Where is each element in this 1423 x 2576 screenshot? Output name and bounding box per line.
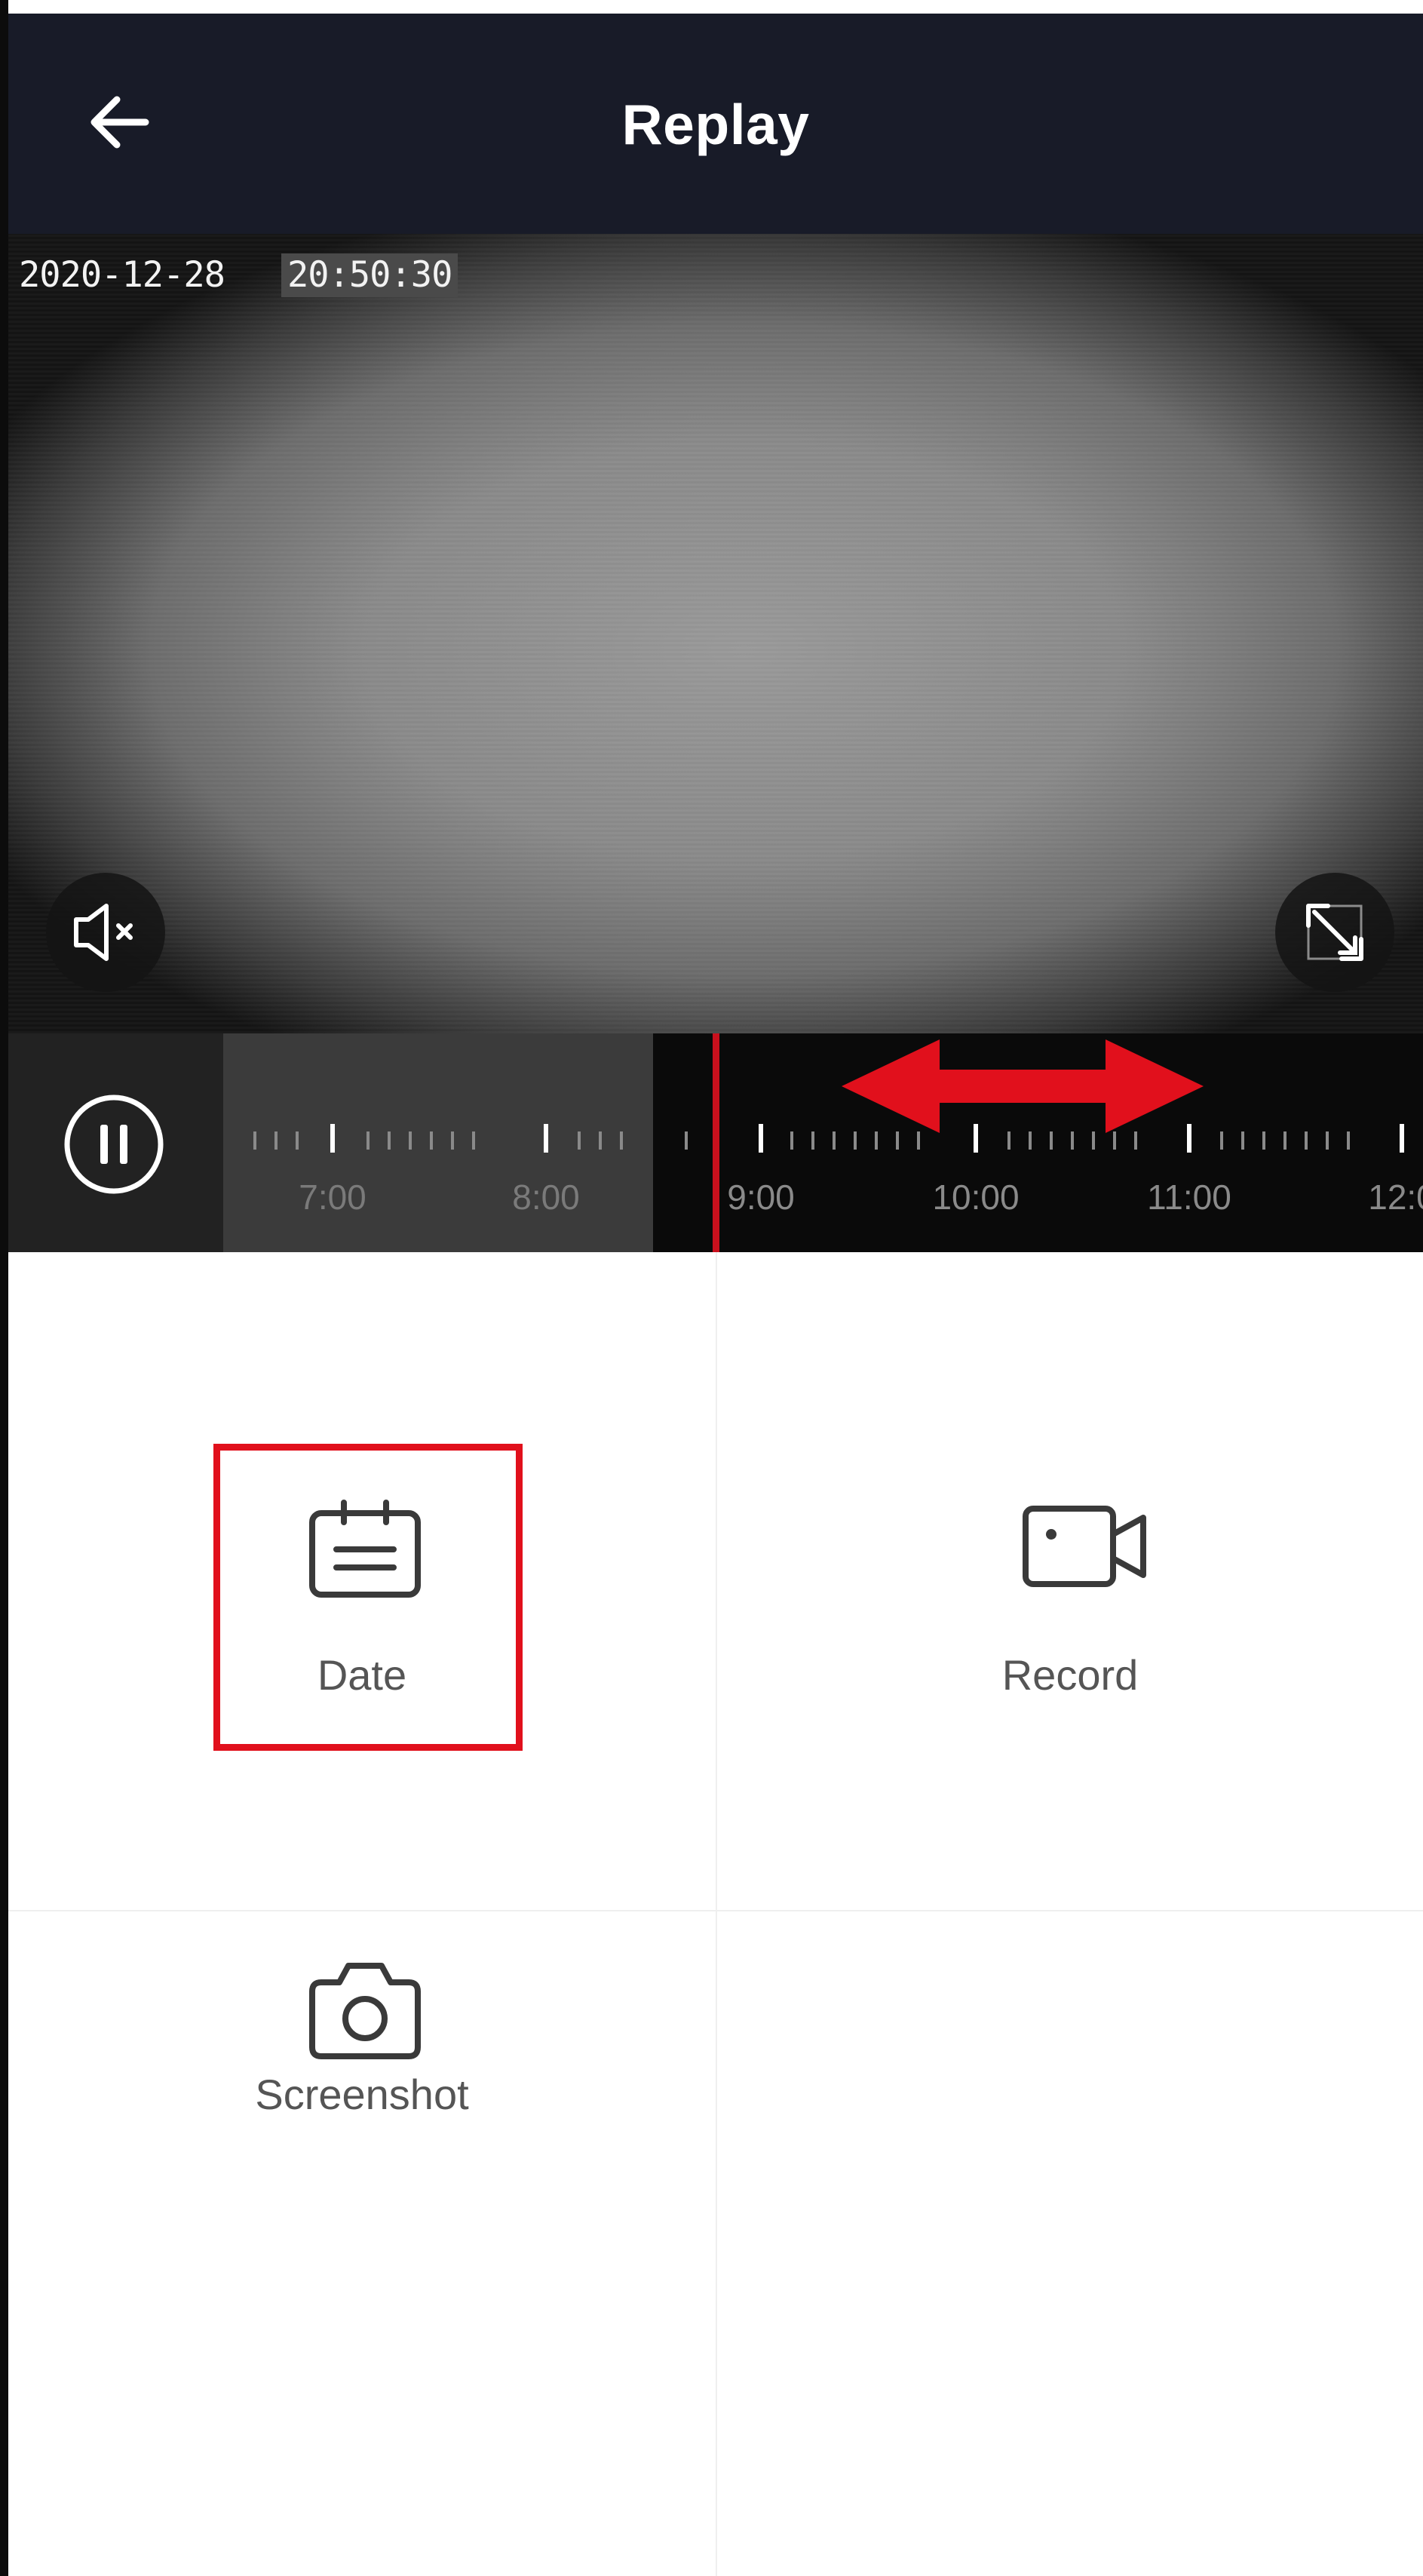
- tick-minor: [1326, 1131, 1329, 1150]
- record-label: Record: [1001, 1651, 1139, 1699]
- tick-minor: [1347, 1131, 1350, 1150]
- double-arrow-icon: [842, 1039, 1204, 1133]
- timeline-bar[interactable]: 7:00 8:00 9:00 10:00 11:00 12:0: [8, 1033, 1423, 1252]
- screenshot-label: Screenshot: [255, 2071, 469, 2118]
- tick-minor: [599, 1131, 602, 1150]
- tick-minor: [388, 1131, 391, 1150]
- tick-label: 8:00: [512, 1177, 580, 1217]
- tick-major: [330, 1124, 335, 1153]
- calendar-icon: [309, 1500, 421, 1598]
- left-border: [0, 0, 8, 2576]
- tick-label: 12:0: [1368, 1177, 1423, 1217]
- tick-minor: [790, 1131, 793, 1150]
- tick-minor: [1283, 1131, 1287, 1150]
- date-label: Date: [317, 1651, 407, 1699]
- tick-label: 10:00: [932, 1177, 1020, 1217]
- speaker-muted-icon: [74, 904, 133, 961]
- action-grid: Date Record Screenshot: [8, 1252, 1423, 2576]
- tick-label: 7:00: [299, 1177, 366, 1217]
- video-player[interactable]: 2020-12-28 20:50:30: [8, 234, 1423, 1033]
- tick-major: [1400, 1124, 1404, 1153]
- date-button[interactable]: Date: [8, 1252, 716, 1910]
- tick-label: 9:00: [727, 1177, 795, 1217]
- tick-minor: [1262, 1131, 1265, 1150]
- osd-date: 2020-12-28: [19, 254, 225, 296]
- video-camera-icon: [1023, 1506, 1146, 1587]
- tick-minor: [620, 1131, 623, 1150]
- tick-minor: [1220, 1131, 1223, 1150]
- pause-cell: [8, 1033, 223, 1252]
- tick-minor: [296, 1131, 299, 1150]
- fullscreen-button[interactable]: [1275, 873, 1394, 992]
- header-bar: Replay: [8, 14, 1423, 234]
- tick-major: [759, 1124, 763, 1153]
- record-button[interactable]: Record: [717, 1252, 1423, 1910]
- pause-icon: [64, 1095, 164, 1194]
- osd-time: 20:50:30: [281, 253, 458, 297]
- tick-minor: [472, 1131, 475, 1150]
- screenshot-button[interactable]: Screenshot: [8, 1911, 716, 2576]
- tick-minor: [274, 1131, 278, 1150]
- page-title: Replay: [621, 93, 810, 156]
- tick-minor: [833, 1131, 836, 1150]
- tick-minor: [253, 1131, 256, 1150]
- timeline-ticks: 7:00 8:00 9:00 10:00 11:00 12:0: [223, 1033, 1423, 1252]
- tick-minor: [578, 1131, 581, 1150]
- tick-minor: [451, 1131, 454, 1150]
- tick-minor: [811, 1131, 814, 1150]
- playhead-marker[interactable]: [713, 1033, 719, 1252]
- pause-button[interactable]: [61, 1091, 167, 1197]
- expand-icon: [1306, 904, 1363, 961]
- tick-minor: [409, 1131, 412, 1150]
- tick-minor: [366, 1131, 370, 1150]
- tick-label: 11:00: [1147, 1177, 1231, 1217]
- tick-minor: [1305, 1131, 1308, 1150]
- tick-minor: [685, 1131, 688, 1150]
- tick-minor: [430, 1131, 433, 1150]
- mute-button[interactable]: [46, 873, 165, 992]
- tick-minor: [1241, 1131, 1244, 1150]
- camera-icon: [309, 1963, 421, 2059]
- tick-major: [544, 1124, 548, 1153]
- replay-screen: Replay 2020-12-28 20:50:30 7:00 8:00 9:0…: [0, 0, 1423, 2576]
